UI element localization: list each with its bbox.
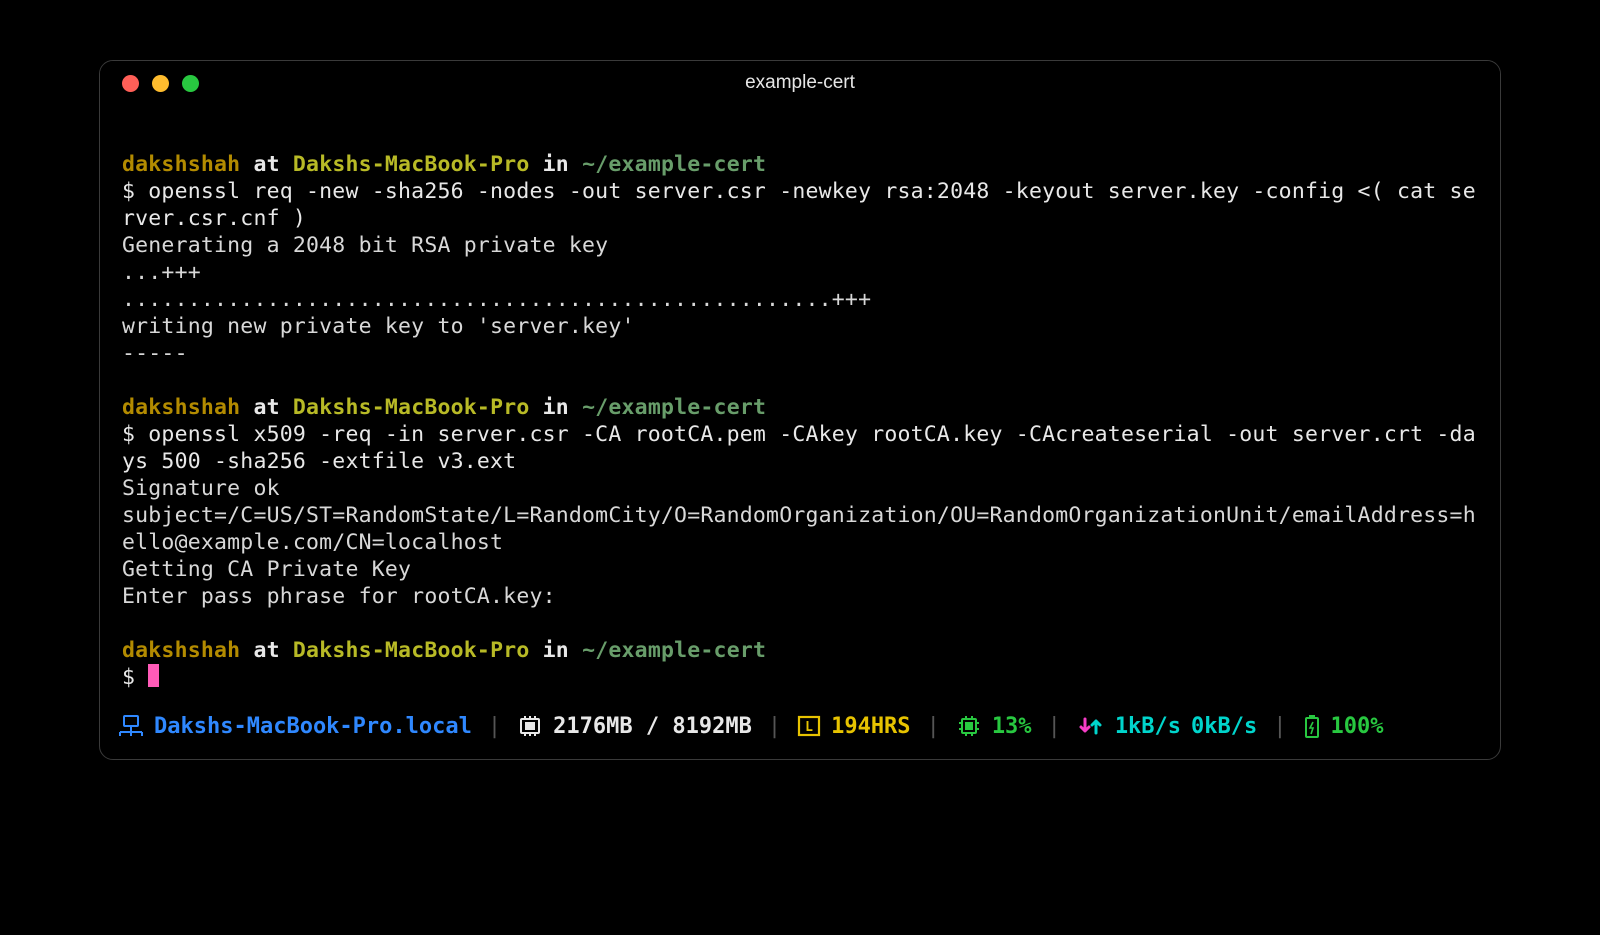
cpu-icon [956,714,982,738]
window-minimize-button[interactable] [152,75,169,92]
prompt-user: dakshshah [122,395,240,420]
statusbar-hostname: Dakshs-MacBook-Pro.local [118,714,472,739]
statusbar-divider: | [1273,714,1286,739]
prompt-user: dakshshah [122,152,240,177]
prompt-at: at [253,395,279,420]
prompt-in: in [543,395,569,420]
prompt-path: ~/example-cert [582,395,766,420]
output-1: Generating a 2048 bit RSA private key ..… [122,233,871,366]
statusbar-cpu-text: 13% [992,714,1032,739]
prompt-at: at [253,152,279,177]
battery-icon [1303,713,1321,739]
statusbar-divider: | [768,714,781,739]
statusbar-hours-text: 194HRS [831,714,910,739]
statusbar-divider: | [1048,714,1061,739]
network-icon [1077,715,1105,737]
statusbar-hostname-text: Dakshs-MacBook-Pro.local [154,714,472,739]
command-2: $ openssl x509 -req -in server.csr -CA r… [122,422,1476,474]
window-title: example-cert [100,72,1500,94]
prompt-in: in [543,638,569,663]
command-3: $ [122,665,148,690]
prompt-in: in [543,152,569,177]
statusbar-hours: L 194HRS [797,714,910,739]
command-1: $ openssl req -new -sha256 -nodes -out s… [122,179,1476,231]
statusbar-cpu: 13% [956,714,1032,739]
host-icon [118,715,144,737]
traffic-lights [122,75,199,92]
output-2: Signature ok subject=/C=US/ST=RandomStat… [122,476,1476,609]
prompt-at: at [253,638,279,663]
statusbar-memory: 2176MB / 8192MB [517,714,752,739]
prompt-host: Dakshs-MacBook-Pro [293,152,530,177]
prompt-path: ~/example-cert [582,152,766,177]
statusbar: Dakshs-MacBook-Pro.local | 2176MB / 8192… [100,705,1500,759]
terminal-content[interactable]: dakshshah at Dakshs-MacBook-Pro in ~/exa… [100,105,1500,705]
statusbar-network: 1kB/s 0kB/s [1077,714,1257,739]
memory-icon [517,715,543,737]
statusbar-battery: 100% [1303,713,1384,739]
statusbar-net-down-text: 1kB/s [1115,714,1181,739]
terminal-window: example-cert dakshshah at Dakshs-MacBook… [99,60,1501,760]
cursor [148,664,159,687]
prompt-host: Dakshs-MacBook-Pro [293,395,530,420]
prompt-user: dakshshah [122,638,240,663]
prompt-host: Dakshs-MacBook-Pro [293,638,530,663]
statusbar-net-up-text: 0kB/s [1191,714,1257,739]
statusbar-battery-text: 100% [1331,714,1384,739]
statusbar-memory-text: 2176MB / 8192MB [553,714,752,739]
window-zoom-button[interactable] [182,75,199,92]
prompt-path: ~/example-cert [582,638,766,663]
window-close-button[interactable] [122,75,139,92]
clock-icon: L [797,715,821,737]
statusbar-divider: | [488,714,501,739]
svg-text:L: L [805,720,813,735]
titlebar: example-cert [100,61,1500,105]
statusbar-divider: | [927,714,940,739]
